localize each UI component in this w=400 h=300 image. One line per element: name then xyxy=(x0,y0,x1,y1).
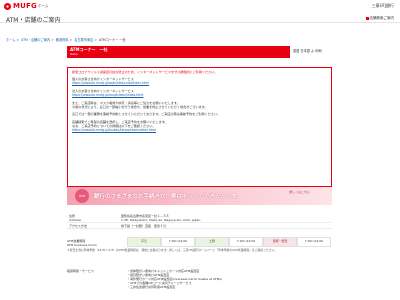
bank-name[interactable]: 三菱UFJ銀行 xyxy=(372,3,394,9)
breadcrumb: ホーム> ATM・店舗のご案内> 都道府県> 名古屋市東区> ATMコーナー 一… xyxy=(6,38,126,42)
services-list: 身体障がい者向けキャッシュカード対応ATM設置店 視覚障がい者向けATM設置店 … xyxy=(127,269,332,289)
notice-body-3: 窓口では一部の業務を事前予約制とさせていただいております。ご来店の際は事前予約を… xyxy=(72,112,221,117)
breadcrumb-item[interactable]: ホーム xyxy=(6,38,15,42)
hours-label: ATM営業時間 ATM business hours xyxy=(67,239,97,247)
services-label: 取扱時間・サービス xyxy=(67,269,95,273)
sub-header: ATM・店舗のご案内 店舗検索ご案内 xyxy=(0,14,400,24)
banner-text: 銀行のさまざまなお手続きが、実はネットでできるんです。 xyxy=(94,194,242,200)
mufg-logo[interactable]: MUFG xyxy=(4,2,37,10)
mufg-logo-icon xyxy=(4,2,11,10)
notice-body-2: 今後の状況により、窓口の一部縮小を行う場合や、営業を休止させていただく場合がござ… xyxy=(72,105,208,110)
corporate-service-link[interactable]: https://www.bk.mufg.jp/houjin/ebiz/index… xyxy=(72,93,143,97)
hours-note: ＊祝日を含む年末年始（12/31～1/3）のATM営業時間は、通常とは異なります… xyxy=(67,248,278,252)
table-row: 住所 Address 愛知県名古屋市名東区一社１－３８ 1-38, Takaya… xyxy=(67,213,332,223)
breadcrumb-item[interactable]: ATM・店舗のご案内 xyxy=(21,38,50,42)
breadcrumb-item[interactable]: 都道府県 xyxy=(56,38,69,42)
banner-hint: 詳しくはこちら xyxy=(289,190,311,194)
top-bar: MUFG ホーム 三菱UFJ銀行 xyxy=(0,0,400,10)
language-print-links[interactable]: 英語 日本語 よ 印刷 xyxy=(293,48,322,53)
access-label: アクセス方法 xyxy=(67,222,119,229)
address-en: 1-38, Takayashiro, Meito-ku, Nagoya-shi,… xyxy=(121,217,201,222)
square-icon xyxy=(365,17,369,20)
branch-search-link[interactable]: 店舗検索ご案内 xyxy=(365,16,395,21)
hours-day-saturday: 土曜 xyxy=(195,237,229,247)
page-title: ATM・店舗のご案内 xyxy=(6,17,61,24)
address-label-en: Address xyxy=(69,217,81,222)
hours-day-weekday: 平日 xyxy=(127,237,161,247)
hours-time-saturday: 7:00～24:00 xyxy=(229,237,263,247)
hours-grid: 平日 7:00～24:00 土曜 7:00～24:00 日曜・祝日 7:00～2… xyxy=(127,237,331,247)
notice-alert: 新型コロナウイルス感染症の拡大防止のため、インターネットサービスをぜひ積極的にご… xyxy=(72,70,218,74)
access-value: 地下鉄（一社駅）直結 徒歩１分 xyxy=(119,222,332,229)
location-info-table: 住所 Address 愛知県名古屋市名東区一社１－３８ 1-38, Takaya… xyxy=(67,213,332,229)
hours-day-holiday: 日曜・祝日 xyxy=(263,237,297,247)
breadcrumb-current: ATMコーナー 一社 xyxy=(99,38,126,42)
hours-label-en: ATM business hours xyxy=(67,243,97,247)
branch-search-label: 店舗検索ご案内 xyxy=(369,16,395,20)
hours-time-weekday: 7:00～24:00 xyxy=(161,237,195,247)
logo-text: MUFG xyxy=(13,2,37,10)
list-item: 三井住友銀行共同利用ATM設置店 xyxy=(127,285,332,289)
hours-time-holiday: 7:00～24:00 xyxy=(297,237,331,247)
address-label: 住所 Address xyxy=(67,213,119,223)
address-value: 愛知県名古屋市名東区一社１－３８ 1-38, Takayashiro, Meit… xyxy=(119,213,332,223)
table-row: アクセス方法 地下鉄（一社駅）直結 徒歩１分 xyxy=(67,222,332,229)
banner-badge: ATM xyxy=(75,189,89,203)
location-header: ATMコーナー 一社 Issha xyxy=(67,46,290,58)
atm-hours: ATM営業時間 ATM business hours 平日 7:00～24:00… xyxy=(67,237,332,267)
reservation-link[interactable]: https://www.bk.mufg.jp/tsukau/tenpo/rese… xyxy=(72,128,156,132)
personal-service-link[interactable]: https://www.bk.mufg.jp/kojin/tetsuzuki/i… xyxy=(72,81,149,85)
online-procedures-banner[interactable]: ATM 銀行のさまざまなお手続きが、実はネットでできるんです。 詳しくはこちら xyxy=(67,187,332,205)
notice-box: 新型コロナウイルス感染症の拡大防止のため、インターネットサービスをぜひ積極的にご… xyxy=(67,67,332,187)
breadcrumb-item[interactable]: 名古屋市東区 xyxy=(74,38,93,42)
home-link[interactable]: ホーム xyxy=(38,4,48,9)
location-sub: Issha xyxy=(70,52,78,56)
